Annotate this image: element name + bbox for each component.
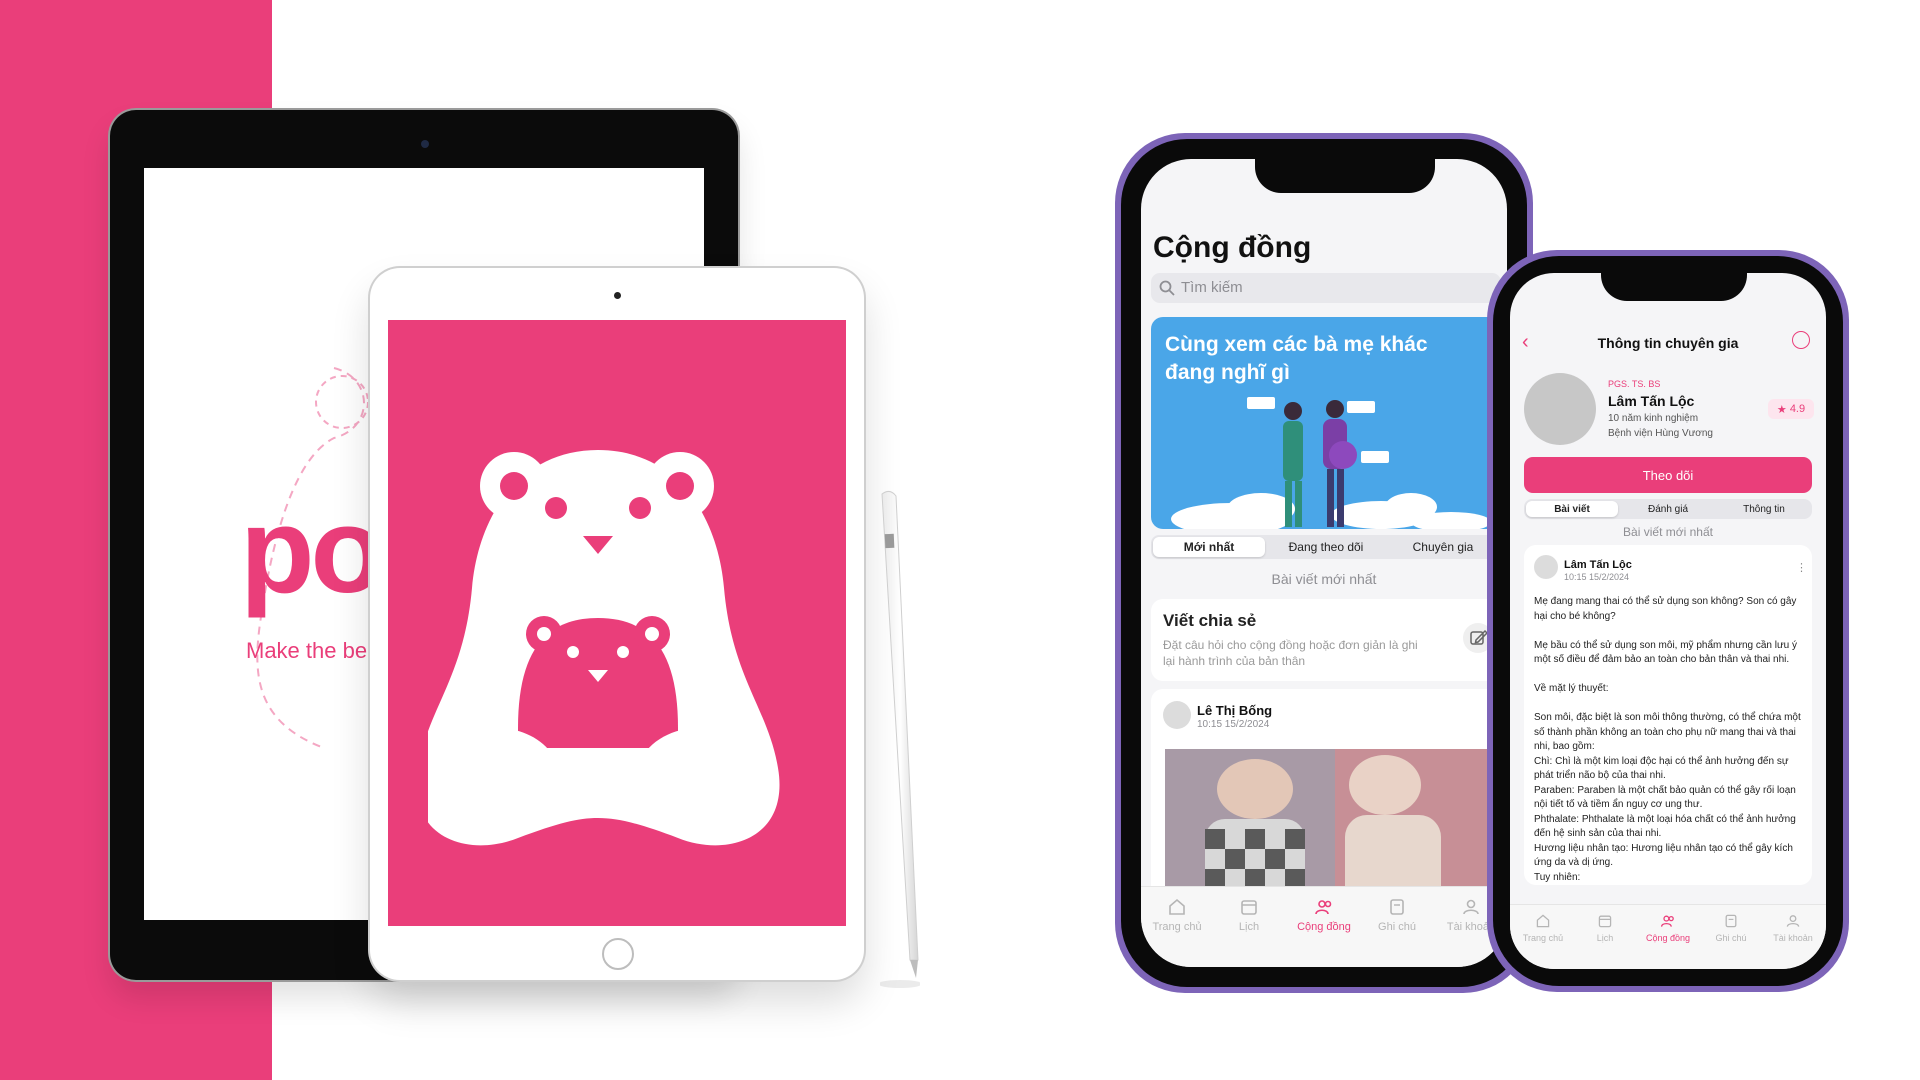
tab-experts[interactable]: Chuyên gia — [1387, 537, 1499, 557]
home-icon — [1536, 914, 1550, 928]
calendar-icon — [1241, 900, 1257, 915]
bottom-nav: Trang chủ Lịch Cộng đồng Ghi chú Tài kho… — [1510, 904, 1826, 969]
community-icon — [1315, 900, 1332, 915]
section-title: Bài viết mới nhất — [1271, 571, 1377, 587]
post-author: Lâm Tấn Lộc — [1564, 559, 1632, 571]
expert-hospital: Bệnh viện Hùng Vương — [1608, 428, 1713, 439]
tab-following[interactable]: Đang theo dõi — [1269, 537, 1383, 557]
nav-label: Cộng đồng — [1297, 921, 1351, 933]
phone-notch — [1255, 159, 1435, 193]
banner-text: Cùng xem các bà mẹ khác đang nghĩ gì — [1165, 333, 1428, 384]
expert-experience: 10 năm kinh nghiệm — [1608, 413, 1699, 424]
avatar — [1524, 373, 1596, 445]
phone-expert-device: ‹ Thông tin chuyên gia PGS. TS. BS Lâm T… — [1487, 250, 1849, 992]
avatar — [1163, 701, 1191, 729]
nav-community[interactable]: Cộng đồng — [1291, 897, 1357, 933]
tab-latest[interactable]: Mới nhất — [1153, 537, 1265, 557]
search-placeholder: Tìm kiếm — [1181, 279, 1243, 296]
share-card-title: Viết chia sẻ — [1163, 611, 1257, 630]
more-options-icon[interactable] — [1792, 331, 1810, 349]
nav-label: Lịch — [1238, 921, 1260, 933]
page-title: Thông tin chuyên gia — [1597, 335, 1739, 351]
avatar — [1534, 555, 1558, 579]
post-time: 10:15 15/2/2024 — [1564, 572, 1630, 582]
home-icon — [1169, 898, 1185, 915]
follow-button[interactable]: Theo dõi — [1524, 457, 1812, 493]
community-tabs: Mới nhất Đang theo dõi Chuyên gia — [1151, 535, 1501, 559]
tab-reviews[interactable]: Đánh giá — [1622, 501, 1714, 517]
nav-label: Ghi chú — [1715, 933, 1747, 943]
ipad-splash-screen — [388, 320, 846, 926]
nav-label: Trang chủ — [1522, 933, 1564, 943]
expert-tabs: Bài viết Đánh giá Thông tin — [1524, 499, 1812, 519]
nav-calendar[interactable]: Lịch — [1578, 913, 1632, 943]
community-screen: Cộng đồng Tìm kiếm Cùng xem các bà mẹ kh… — [1141, 159, 1507, 967]
expert-degree: PGS. TS. BS — [1608, 379, 1661, 389]
post-card[interactable]: Lâm Tấn Lộc 10:15 15/2/2024 ⋮ Mẹ đang ma… — [1524, 545, 1812, 885]
phone-community-device: Cộng đồng Tìm kiếm Cùng xem các bà mẹ kh… — [1115, 133, 1533, 993]
home-button[interactable] — [602, 938, 634, 970]
expert-screen: ‹ Thông tin chuyên gia PGS. TS. BS Lâm T… — [1510, 273, 1826, 969]
user-icon — [1463, 899, 1479, 915]
front-camera — [614, 292, 621, 299]
nav-home[interactable]: Trang chủ — [1516, 913, 1570, 943]
more-options-icon[interactable]: ⋮ — [1796, 561, 1807, 574]
banner-illustration — [1171, 397, 1491, 529]
phone-bezel: ‹ Thông tin chuyên gia PGS. TS. BS Lâm T… — [1493, 256, 1843, 986]
note-icon — [1390, 899, 1404, 915]
nav-label: Cộng đồng — [1645, 933, 1691, 943]
nav-community[interactable]: Cộng đồng — [1638, 913, 1698, 943]
tab-posts[interactable]: Bài viết — [1526, 501, 1618, 517]
nav-notes[interactable]: Ghi chú — [1704, 913, 1758, 943]
share-card-description: Đặt câu hỏi cho cộng đồng hoặc đơn giản … — [1163, 638, 1418, 668]
nav-label: Ghi chú — [1378, 921, 1416, 933]
rating-value: 4.9 — [1789, 403, 1806, 415]
note-icon — [1725, 914, 1737, 928]
nav-label: Tài khoản — [1773, 933, 1813, 943]
phone-bezel: Cộng đồng Tìm kiếm Cùng xem các bà mẹ kh… — [1121, 139, 1527, 987]
front-camera — [421, 140, 429, 148]
write-share-card[interactable]: Viết chia sẻ Đặt câu hỏi cho cộng đồng h… — [1151, 599, 1501, 681]
page-title: Cộng đồng — [1153, 231, 1312, 264]
nav-notes[interactable]: Ghi chú — [1367, 897, 1427, 933]
post-author: Lê Thị Bống — [1197, 703, 1273, 718]
stylus-pencil — [880, 490, 920, 988]
nav-calendar[interactable]: Lịch — [1219, 897, 1279, 933]
brand-tagline: Make the be — [246, 638, 368, 663]
nav-label: Lịch — [1596, 933, 1614, 943]
nav-label: Trang chủ — [1152, 921, 1202, 933]
expert-name: Lâm Tấn Lộc — [1608, 393, 1695, 409]
star-icon: ★ — [1776, 403, 1787, 416]
calendar-icon — [1598, 915, 1612, 928]
community-banner[interactable]: Cùng xem các bà mẹ khác đang nghĩ gì — [1151, 317, 1501, 529]
post-time: 10:15 15/2/2024 — [1197, 719, 1270, 730]
search-icon — [1159, 280, 1175, 296]
ipad-white-device — [370, 268, 864, 980]
user-icon — [1786, 915, 1800, 927]
community-icon — [1660, 915, 1674, 927]
nav-home[interactable]: Trang chủ — [1147, 897, 1207, 933]
brand-logo-text: po — [240, 482, 385, 618]
search-input[interactable]: Tìm kiếm — [1151, 273, 1501, 303]
bottom-nav: Trang chủ Lịch Cộng đồng Ghi chú Tài kho… — [1141, 886, 1507, 967]
post-body: Mẹ đang mang thai có thể sử dụng son khô… — [1534, 596, 1801, 883]
section-title: Bài viết mới nhất — [1623, 525, 1713, 539]
phone-notch — [1601, 273, 1747, 301]
nav-account[interactable]: Tài khoản — [1764, 913, 1822, 943]
rating-badge: ★ 4.9 — [1768, 399, 1814, 419]
tab-info[interactable]: Thông tin — [1718, 501, 1810, 517]
bear-logo-icon — [428, 450, 780, 846]
